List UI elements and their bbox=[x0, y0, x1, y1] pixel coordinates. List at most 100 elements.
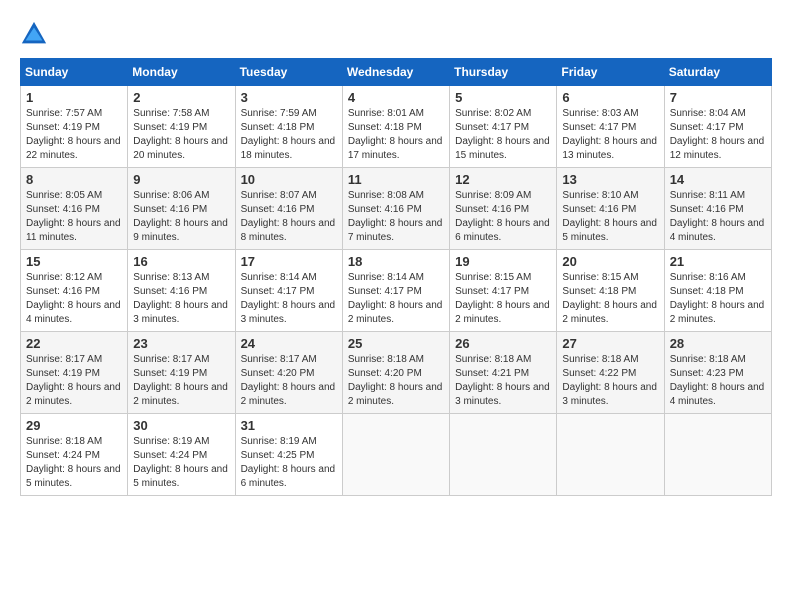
day-number: 27 bbox=[562, 336, 658, 351]
day-number: 12 bbox=[455, 172, 551, 187]
day-number: 18 bbox=[348, 254, 444, 269]
day-number: 2 bbox=[133, 90, 229, 105]
day-cell: 17 Sunrise: 8:14 AMSunset: 4:17 PMDayligh… bbox=[235, 250, 342, 332]
day-info: Sunrise: 8:06 AMSunset: 4:16 PMDaylight:… bbox=[133, 189, 229, 245]
weekday-header-row: SundayMondayTuesdayWednesdayThursdayFrid… bbox=[21, 59, 772, 86]
day-cell: 21 Sunrise: 8:16 AMSunset: 4:18 PMDayligh… bbox=[664, 250, 771, 332]
day-info: Sunrise: 8:18 AMSunset: 4:21 PMDaylight:… bbox=[455, 353, 551, 409]
day-cell: 4 Sunrise: 8:01 AMSunset: 4:18 PMDaylight… bbox=[342, 86, 449, 168]
day-info: Sunrise: 8:17 AMSunset: 4:19 PMDaylight:… bbox=[133, 353, 229, 409]
day-number: 24 bbox=[241, 336, 337, 351]
calendar-table: SundayMondayTuesdayWednesdayThursdayFrid… bbox=[20, 58, 772, 496]
day-info: Sunrise: 8:09 AMSunset: 4:16 PMDaylight:… bbox=[455, 189, 551, 245]
weekday-header-tuesday: Tuesday bbox=[235, 59, 342, 86]
day-number: 1 bbox=[26, 90, 122, 105]
week-row-1: 1 Sunrise: 7:57 AMSunset: 4:19 PMDaylight… bbox=[21, 86, 772, 168]
day-number: 4 bbox=[348, 90, 444, 105]
day-info: Sunrise: 7:57 AMSunset: 4:19 PMDaylight:… bbox=[26, 107, 122, 163]
day-info: Sunrise: 8:17 AMSunset: 4:20 PMDaylight:… bbox=[241, 353, 337, 409]
day-number: 23 bbox=[133, 336, 229, 351]
day-cell: 13 Sunrise: 8:10 AMSunset: 4:16 PMDayligh… bbox=[557, 168, 664, 250]
day-number: 14 bbox=[670, 172, 766, 187]
day-info: Sunrise: 8:18 AMSunset: 4:23 PMDaylight:… bbox=[670, 353, 766, 409]
day-number: 10 bbox=[241, 172, 337, 187]
day-info: Sunrise: 8:19 AMSunset: 4:25 PMDaylight:… bbox=[241, 435, 337, 491]
day-cell: 26 Sunrise: 8:18 AMSunset: 4:21 PMDayligh… bbox=[450, 332, 557, 414]
day-info: Sunrise: 8:10 AMSunset: 4:16 PMDaylight:… bbox=[562, 189, 658, 245]
day-number: 9 bbox=[133, 172, 229, 187]
day-info: Sunrise: 8:02 AMSunset: 4:17 PMDaylight:… bbox=[455, 107, 551, 163]
day-number: 3 bbox=[241, 90, 337, 105]
page-container: SundayMondayTuesdayWednesdayThursdayFrid… bbox=[20, 20, 772, 496]
day-info: Sunrise: 8:15 AMSunset: 4:17 PMDaylight:… bbox=[455, 271, 551, 327]
day-number: 22 bbox=[26, 336, 122, 351]
day-cell: 19 Sunrise: 8:15 AMSunset: 4:17 PMDayligh… bbox=[450, 250, 557, 332]
day-number: 11 bbox=[348, 172, 444, 187]
day-cell: 6Sunrise: 8:03 AMSunset: 4:17 PMDaylight… bbox=[557, 86, 664, 168]
day-cell: 11Sunrise: 8:08 AMSunset: 4:16 PMDayligh… bbox=[342, 168, 449, 250]
logo-icon bbox=[20, 20, 48, 48]
day-number: 25 bbox=[348, 336, 444, 351]
weekday-header-friday: Friday bbox=[557, 59, 664, 86]
day-cell: 15Sunrise: 8:12 AMSunset: 4:16 PMDayligh… bbox=[21, 250, 128, 332]
day-info: Sunrise: 8:04 AMSunset: 4:17 PMDaylight:… bbox=[670, 107, 766, 163]
day-number: 19 bbox=[455, 254, 551, 269]
day-cell: 30Sunrise: 8:19 AMSunset: 4:24 PMDayligh… bbox=[128, 414, 235, 496]
day-info: Sunrise: 8:03 AMSunset: 4:17 PMDaylight:… bbox=[562, 107, 658, 163]
day-number: 8 bbox=[26, 172, 122, 187]
day-cell bbox=[450, 414, 557, 496]
day-info: Sunrise: 8:17 AMSunset: 4:19 PMDaylight:… bbox=[26, 353, 122, 409]
day-cell: 10Sunrise: 8:07 AMSunset: 4:16 PMDayligh… bbox=[235, 168, 342, 250]
day-info: Sunrise: 8:15 AMSunset: 4:18 PMDaylight:… bbox=[562, 271, 658, 327]
day-info: Sunrise: 8:16 AMSunset: 4:18 PMDaylight:… bbox=[670, 271, 766, 327]
day-info: Sunrise: 8:14 AMSunset: 4:17 PMDaylight:… bbox=[348, 271, 444, 327]
day-info: Sunrise: 8:11 AMSunset: 4:16 PMDaylight:… bbox=[670, 189, 766, 245]
day-cell: 5Sunrise: 8:02 AMSunset: 4:17 PMDaylight… bbox=[450, 86, 557, 168]
weekday-header-thursday: Thursday bbox=[450, 59, 557, 86]
day-cell: 20 Sunrise: 8:15 AMSunset: 4:18 PMDayligh… bbox=[557, 250, 664, 332]
weekday-header-monday: Monday bbox=[128, 59, 235, 86]
day-info: Sunrise: 7:59 AMSunset: 4:18 PMDaylight:… bbox=[241, 107, 337, 163]
day-number: 17 bbox=[241, 254, 337, 269]
day-info: Sunrise: 8:18 AMSunset: 4:20 PMDaylight:… bbox=[348, 353, 444, 409]
day-cell: 8 Sunrise: 8:05 AMSunset: 4:16 PMDaylight… bbox=[21, 168, 128, 250]
day-info: Sunrise: 8:14 AMSunset: 4:17 PMDaylight:… bbox=[241, 271, 337, 327]
day-cell bbox=[342, 414, 449, 496]
week-row-3: 15Sunrise: 8:12 AMSunset: 4:16 PMDayligh… bbox=[21, 250, 772, 332]
day-number: 29 bbox=[26, 418, 122, 433]
week-row-2: 8 Sunrise: 8:05 AMSunset: 4:16 PMDaylight… bbox=[21, 168, 772, 250]
day-cell: 1 Sunrise: 7:57 AMSunset: 4:19 PMDaylight… bbox=[21, 86, 128, 168]
day-number: 13 bbox=[562, 172, 658, 187]
day-cell: 27 Sunrise: 8:18 AMSunset: 4:22 PMDayligh… bbox=[557, 332, 664, 414]
day-number: 26 bbox=[455, 336, 551, 351]
day-number: 21 bbox=[670, 254, 766, 269]
logo bbox=[20, 20, 52, 48]
weekday-header-wednesday: Wednesday bbox=[342, 59, 449, 86]
weekday-header-sunday: Sunday bbox=[21, 59, 128, 86]
day-number: 16 bbox=[133, 254, 229, 269]
week-row-4: 22 Sunrise: 8:17 AMSunset: 4:19 PMDayligh… bbox=[21, 332, 772, 414]
day-info: Sunrise: 8:12 AMSunset: 4:16 PMDaylight:… bbox=[26, 271, 122, 327]
day-cell: 22 Sunrise: 8:17 AMSunset: 4:19 PMDayligh… bbox=[21, 332, 128, 414]
day-cell: 7 Sunrise: 8:04 AMSunset: 4:17 PMDaylight… bbox=[664, 86, 771, 168]
day-cell: 18 Sunrise: 8:14 AMSunset: 4:17 PMDayligh… bbox=[342, 250, 449, 332]
day-cell: 29 Sunrise: 8:18 AMSunset: 4:24 PMDayligh… bbox=[21, 414, 128, 496]
day-info: Sunrise: 8:01 AMSunset: 4:18 PMDaylight:… bbox=[348, 107, 444, 163]
week-row-5: 29 Sunrise: 8:18 AMSunset: 4:24 PMDayligh… bbox=[21, 414, 772, 496]
day-info: Sunrise: 8:13 AMSunset: 4:16 PMDaylight:… bbox=[133, 271, 229, 327]
day-cell: 2 Sunrise: 7:58 AMSunset: 4:19 PMDaylight… bbox=[128, 86, 235, 168]
day-info: Sunrise: 8:18 AMSunset: 4:22 PMDaylight:… bbox=[562, 353, 658, 409]
day-cell: 14 Sunrise: 8:11 AMSunset: 4:16 PMDayligh… bbox=[664, 168, 771, 250]
day-cell: 24 Sunrise: 8:17 AMSunset: 4:20 PMDayligh… bbox=[235, 332, 342, 414]
day-cell: 25 Sunrise: 8:18 AMSunset: 4:20 PMDayligh… bbox=[342, 332, 449, 414]
day-cell: 9 Sunrise: 8:06 AMSunset: 4:16 PMDaylight… bbox=[128, 168, 235, 250]
day-number: 20 bbox=[562, 254, 658, 269]
day-number: 30 bbox=[133, 418, 229, 433]
day-cell: 28Sunrise: 8:18 AMSunset: 4:23 PMDayligh… bbox=[664, 332, 771, 414]
day-info: Sunrise: 8:05 AMSunset: 4:16 PMDaylight:… bbox=[26, 189, 122, 245]
day-info: Sunrise: 7:58 AMSunset: 4:19 PMDaylight:… bbox=[133, 107, 229, 163]
day-number: 7 bbox=[670, 90, 766, 105]
day-cell: 23 Sunrise: 8:17 AMSunset: 4:19 PMDayligh… bbox=[128, 332, 235, 414]
header bbox=[20, 20, 772, 48]
day-info: Sunrise: 8:18 AMSunset: 4:24 PMDaylight:… bbox=[26, 435, 122, 491]
